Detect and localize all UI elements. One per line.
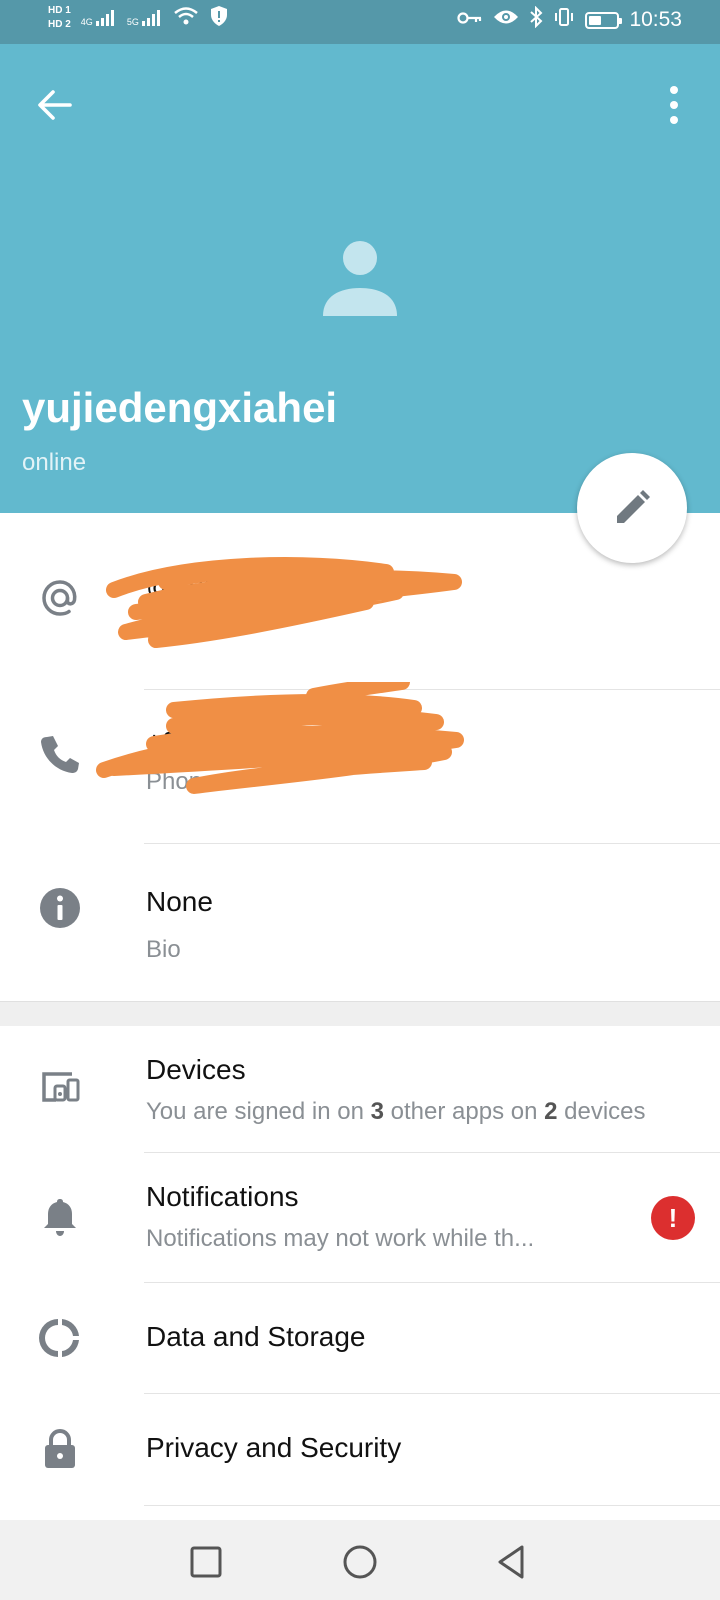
triangle-back-icon bbox=[498, 1545, 524, 1579]
vpn-key-icon bbox=[457, 9, 483, 32]
status-bar-left: HD 1 HD 2 4G 5G bbox=[48, 4, 229, 32]
divider bbox=[144, 1505, 720, 1506]
notifications-subtitle: Notifications may not work while th... bbox=[146, 1225, 535, 1252]
system-navigation-bar bbox=[0, 1520, 720, 1600]
settings-item-devices[interactable]: Devices You are signed in on 3 other app… bbox=[0, 1026, 720, 1152]
devices-subtitle: You are signed in on 3 other apps on 2 d… bbox=[146, 1098, 646, 1126]
privacy-title: Privacy and Security bbox=[146, 1432, 402, 1463]
display-name: yujiedengxiahei bbox=[22, 384, 338, 431]
settings-item-data-storage[interactable]: Data and Storage bbox=[0, 1283, 720, 1393]
online-status: online bbox=[22, 449, 87, 476]
section-separator bbox=[0, 1001, 720, 1026]
shield-alert-icon bbox=[209, 5, 229, 32]
network-4g-label: 4G bbox=[80, 17, 93, 27]
devices-sub-suffix: devices bbox=[557, 1098, 646, 1125]
phone-row[interactable]: +86 000 0000 0000 Phone bbox=[0, 682, 720, 842]
signal-icon: 4G bbox=[81, 9, 117, 27]
more-vertical-icon bbox=[670, 86, 678, 124]
settings-item-notifications[interactable]: Notifications Notifications may not work… bbox=[0, 1153, 720, 1282]
bell-icon bbox=[44, 1199, 76, 1236]
phone-icon bbox=[41, 736, 79, 773]
status-bar-right: 10:53 bbox=[457, 5, 682, 34]
hd2-label: HD 2 bbox=[48, 19, 71, 30]
clock: 10:53 bbox=[629, 8, 682, 31]
username-row[interactable]: @yujiedengxiahei Username bbox=[0, 514, 720, 688]
profile-header: yujiedengxiahei online bbox=[0, 44, 720, 513]
devices-title: Devices bbox=[146, 1054, 246, 1085]
vibrate-icon bbox=[553, 7, 575, 33]
recent-apps-button[interactable] bbox=[186, 1542, 226, 1582]
person-icon bbox=[323, 241, 397, 316]
square-icon bbox=[190, 1546, 222, 1578]
bluetooth-icon bbox=[529, 5, 543, 34]
redaction-scribble bbox=[106, 557, 462, 648]
bio-value: None bbox=[146, 886, 213, 917]
hd1-label: HD 1 bbox=[48, 5, 71, 16]
circle-icon bbox=[343, 1545, 377, 1579]
signal-2-icon: 5G bbox=[127, 9, 163, 27]
devices-apps-count: 3 bbox=[370, 1098, 384, 1125]
bio-label: Bio bbox=[146, 936, 181, 963]
battery-icon bbox=[585, 11, 623, 29]
wifi-icon bbox=[173, 6, 199, 31]
eye-icon bbox=[493, 8, 519, 32]
back-button[interactable] bbox=[32, 82, 78, 128]
devices-count: 2 bbox=[544, 1098, 558, 1125]
notification-warning-badge: ! bbox=[651, 1196, 695, 1240]
lock-icon bbox=[45, 1428, 75, 1468]
pie-chart-icon bbox=[39, 1319, 79, 1357]
devices-sub-prefix: You are signed in on bbox=[146, 1098, 371, 1125]
info-icon bbox=[40, 888, 80, 928]
devices-sub-mid: other apps on bbox=[383, 1098, 545, 1125]
at-sign-icon bbox=[42, 580, 77, 616]
home-button[interactable] bbox=[340, 1542, 380, 1582]
data-storage-title: Data and Storage bbox=[146, 1321, 366, 1352]
bio-row[interactable]: None Bio bbox=[0, 844, 720, 1001]
profile-avatar[interactable] bbox=[318, 238, 402, 322]
redaction-scribble bbox=[96, 682, 464, 794]
devices-icon bbox=[42, 1072, 80, 1102]
network-5g-label: 5G bbox=[126, 17, 139, 27]
settings-item-privacy[interactable]: Privacy and Security bbox=[0, 1394, 720, 1506]
notifications-title: Notifications bbox=[146, 1181, 299, 1212]
system-back-button[interactable] bbox=[492, 1542, 532, 1582]
hd-indicator: HD 1 HD 2 bbox=[48, 4, 71, 32]
more-options-button[interactable] bbox=[662, 80, 686, 130]
arrow-back-icon bbox=[38, 90, 72, 120]
status-bar: HD 1 HD 2 4G 5G 10:53 bbox=[0, 0, 720, 44]
